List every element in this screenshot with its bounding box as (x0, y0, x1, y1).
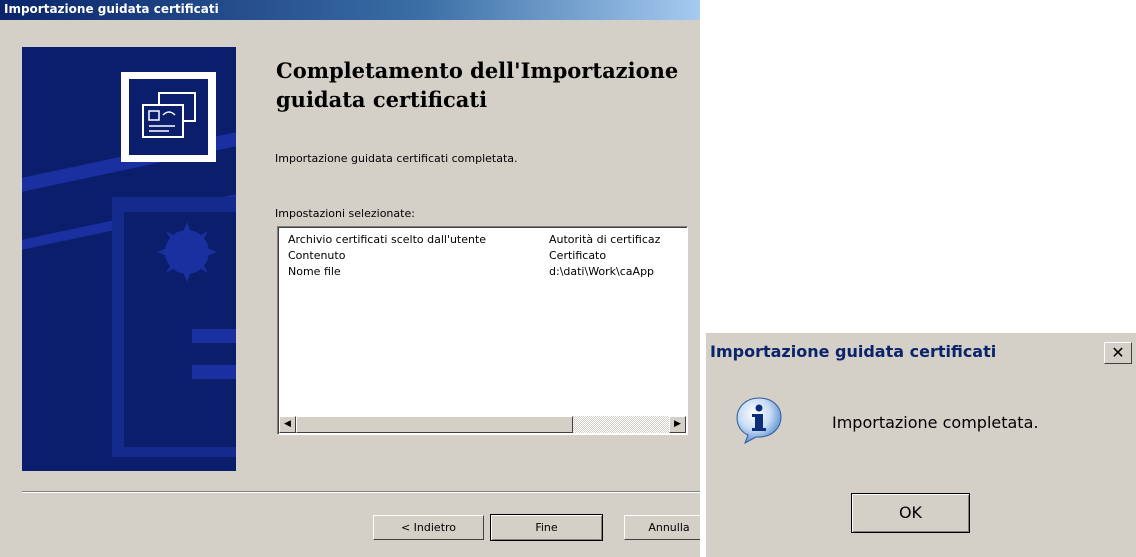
button-separator (22, 491, 700, 493)
certificate-icon (121, 72, 216, 162)
wizard-title-bar[interactable]: Importazione guidata certificati (0, 0, 700, 20)
message-box: Importazione guidata certificati ✕ Impor… (706, 333, 1136, 557)
settings-label: Impostazioni selezionate: (275, 207, 415, 220)
wizard-description: Importazione guidata certificati complet… (275, 152, 518, 165)
horizontal-scrollbar[interactable]: ◀ ▶ (279, 416, 686, 433)
back-button[interactable]: < Indietro (373, 515, 484, 540)
settings-list[interactable]: Archivio certificati scelto dall'utente … (277, 226, 688, 435)
wizard-heading: Completamento dell'Importazione guidata … (276, 58, 679, 112)
arrow-right-icon: ▶ (674, 419, 681, 429)
banner-stripe (192, 329, 236, 343)
info-icon (736, 397, 782, 445)
scrollbar-thumb[interactable] (296, 416, 573, 433)
message-box-title-bar[interactable]: Importazione guidata certificati ✕ (706, 333, 1136, 373)
ok-button[interactable]: OK (851, 493, 970, 533)
setting-value: Autorità di certificaz (549, 233, 661, 246)
setting-value: Certificato (549, 249, 607, 262)
message-text: Importazione completata. (832, 413, 1039, 432)
setting-key: Contenuto (288, 249, 346, 262)
setting-key: Nome file (288, 265, 341, 278)
seal-icon (157, 222, 217, 282)
setting-key: Archivio certificati scelto dall'utente (288, 233, 487, 246)
scroll-right-button[interactable]: ▶ (669, 416, 686, 433)
wizard-title: Importazione guidata certificati (4, 2, 219, 16)
message-box-title: Importazione guidata certificati (710, 342, 997, 361)
cancel-button[interactable]: Annulla (624, 515, 700, 540)
close-icon: ✕ (1111, 343, 1125, 362)
scroll-left-button[interactable]: ◀ (279, 416, 296, 433)
finish-button[interactable]: Fine (490, 514, 603, 541)
arrow-left-icon: ◀ (284, 419, 291, 429)
wizard-window: Importazione guidata certificati Complet… (0, 0, 700, 557)
close-button[interactable]: ✕ (1104, 342, 1132, 364)
setting-value: d:\dati\Work\caApp (549, 265, 655, 278)
banner-stripe (192, 365, 236, 379)
